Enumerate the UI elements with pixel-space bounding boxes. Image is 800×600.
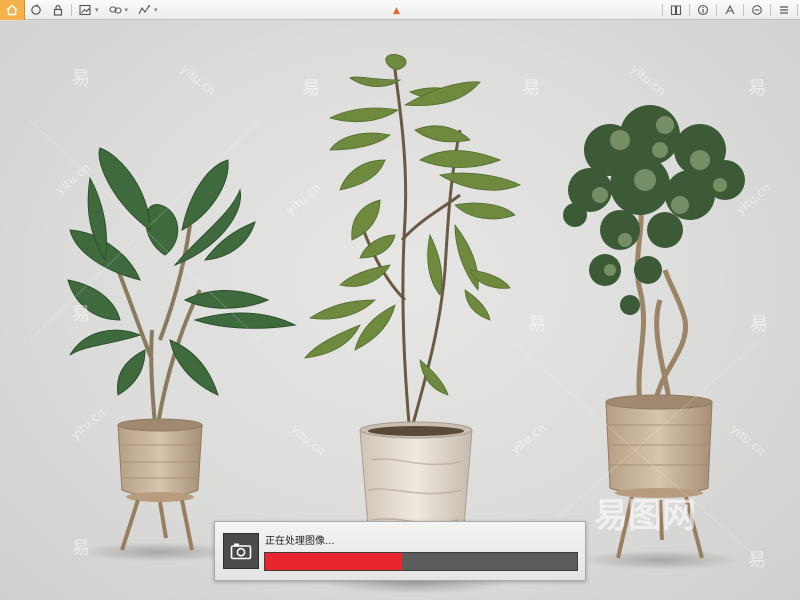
plant-photo: 易 易 易 易 易 易 易 易 易 易 yitu.cn yitu.cn yitu… (29, 54, 773, 594)
chevron-down-icon: ▾ (124, 5, 129, 14)
book-button[interactable] (665, 0, 687, 20)
watermark-glyph: 易 (72, 304, 90, 325)
watermark-glyph: 易 (748, 550, 766, 571)
chevron-down-icon: ▾ (95, 5, 99, 14)
home-button[interactable] (0, 0, 25, 20)
watermark-domain: yitu.cn (728, 422, 768, 459)
photo-viewport[interactable]: 易 易 易 易 易 易 易 易 易 易 yitu.cn yitu.cn yitu… (0, 21, 800, 600)
watermark-glyph: 易 (72, 68, 90, 89)
rotate-icon (31, 3, 41, 15)
banana-plant (67, 147, 297, 551)
camera-icon (223, 533, 259, 569)
info-icon (697, 4, 709, 16)
lock-icon (53, 4, 63, 16)
progress-message: 正在处理图像... (265, 536, 335, 547)
rotate-button[interactable] (25, 0, 47, 20)
watermark-domain: yitu.cn (178, 62, 218, 99)
watermark-glyph: 易 (748, 78, 766, 99)
watermark-glyph: 易 (522, 78, 540, 99)
plant-shadow (580, 550, 740, 570)
watermark-domain: yitu.cn (53, 160, 93, 197)
watermark-glyph: 易 (72, 538, 90, 559)
toolbar-separator (770, 4, 771, 16)
menu-icon (780, 6, 788, 14)
settings-icon (752, 5, 762, 15)
toolbar-separator (743, 4, 744, 16)
watermark-glyph: 易 (528, 314, 546, 335)
top-toolbar: ▾ ▾ ▾ ▲ (0, 0, 800, 20)
toolbar-separator (662, 4, 663, 16)
chevron-down-icon: ▾ (154, 5, 158, 14)
watermark-domain: yitu.cn (283, 180, 323, 217)
link-tools-dropdown[interactable]: ▾ (104, 0, 134, 20)
toolbar-separator (797, 4, 798, 16)
toolbar-separator (71, 3, 72, 16)
toolbar-separator (716, 4, 717, 16)
rubber-tree-plant (304, 54, 521, 558)
watermark-domain: yitu.cn (288, 422, 328, 459)
menu-button[interactable] (773, 0, 795, 20)
progress-dialog: 正在处理图像... (214, 521, 586, 581)
watermark-domain: yitu.cn (508, 420, 548, 457)
measure-tools-icon (138, 4, 151, 14)
text-button[interactable] (719, 0, 741, 20)
toolbar-right-group (660, 0, 800, 20)
settings-button[interactable] (746, 0, 768, 20)
watermark-glyph: 易 (302, 78, 320, 99)
progress-bar-fill (265, 553, 403, 570)
caret-up-icon[interactable]: ▲ (393, 6, 400, 16)
home-icon (6, 4, 18, 15)
image-tools-icon (79, 4, 91, 15)
toolbar-separator (689, 4, 690, 16)
watermark-domain: yitu.cn (68, 405, 108, 442)
measure-tools-dropdown[interactable]: ▾ (133, 0, 163, 20)
watermark-domain: yitu.cn (628, 62, 668, 99)
lock-button[interactable] (47, 0, 69, 20)
image-tools-dropdown[interactable]: ▾ (74, 0, 104, 20)
watermark-logo: 易图网 (594, 496, 696, 536)
link-tools-icon (108, 5, 122, 14)
book-icon (670, 5, 682, 16)
progress-bar (264, 552, 578, 571)
info-button[interactable] (692, 0, 714, 20)
text-icon (725, 4, 735, 15)
topiary-tree-plant (563, 105, 745, 559)
watermark-glyph: 易 (750, 314, 768, 335)
